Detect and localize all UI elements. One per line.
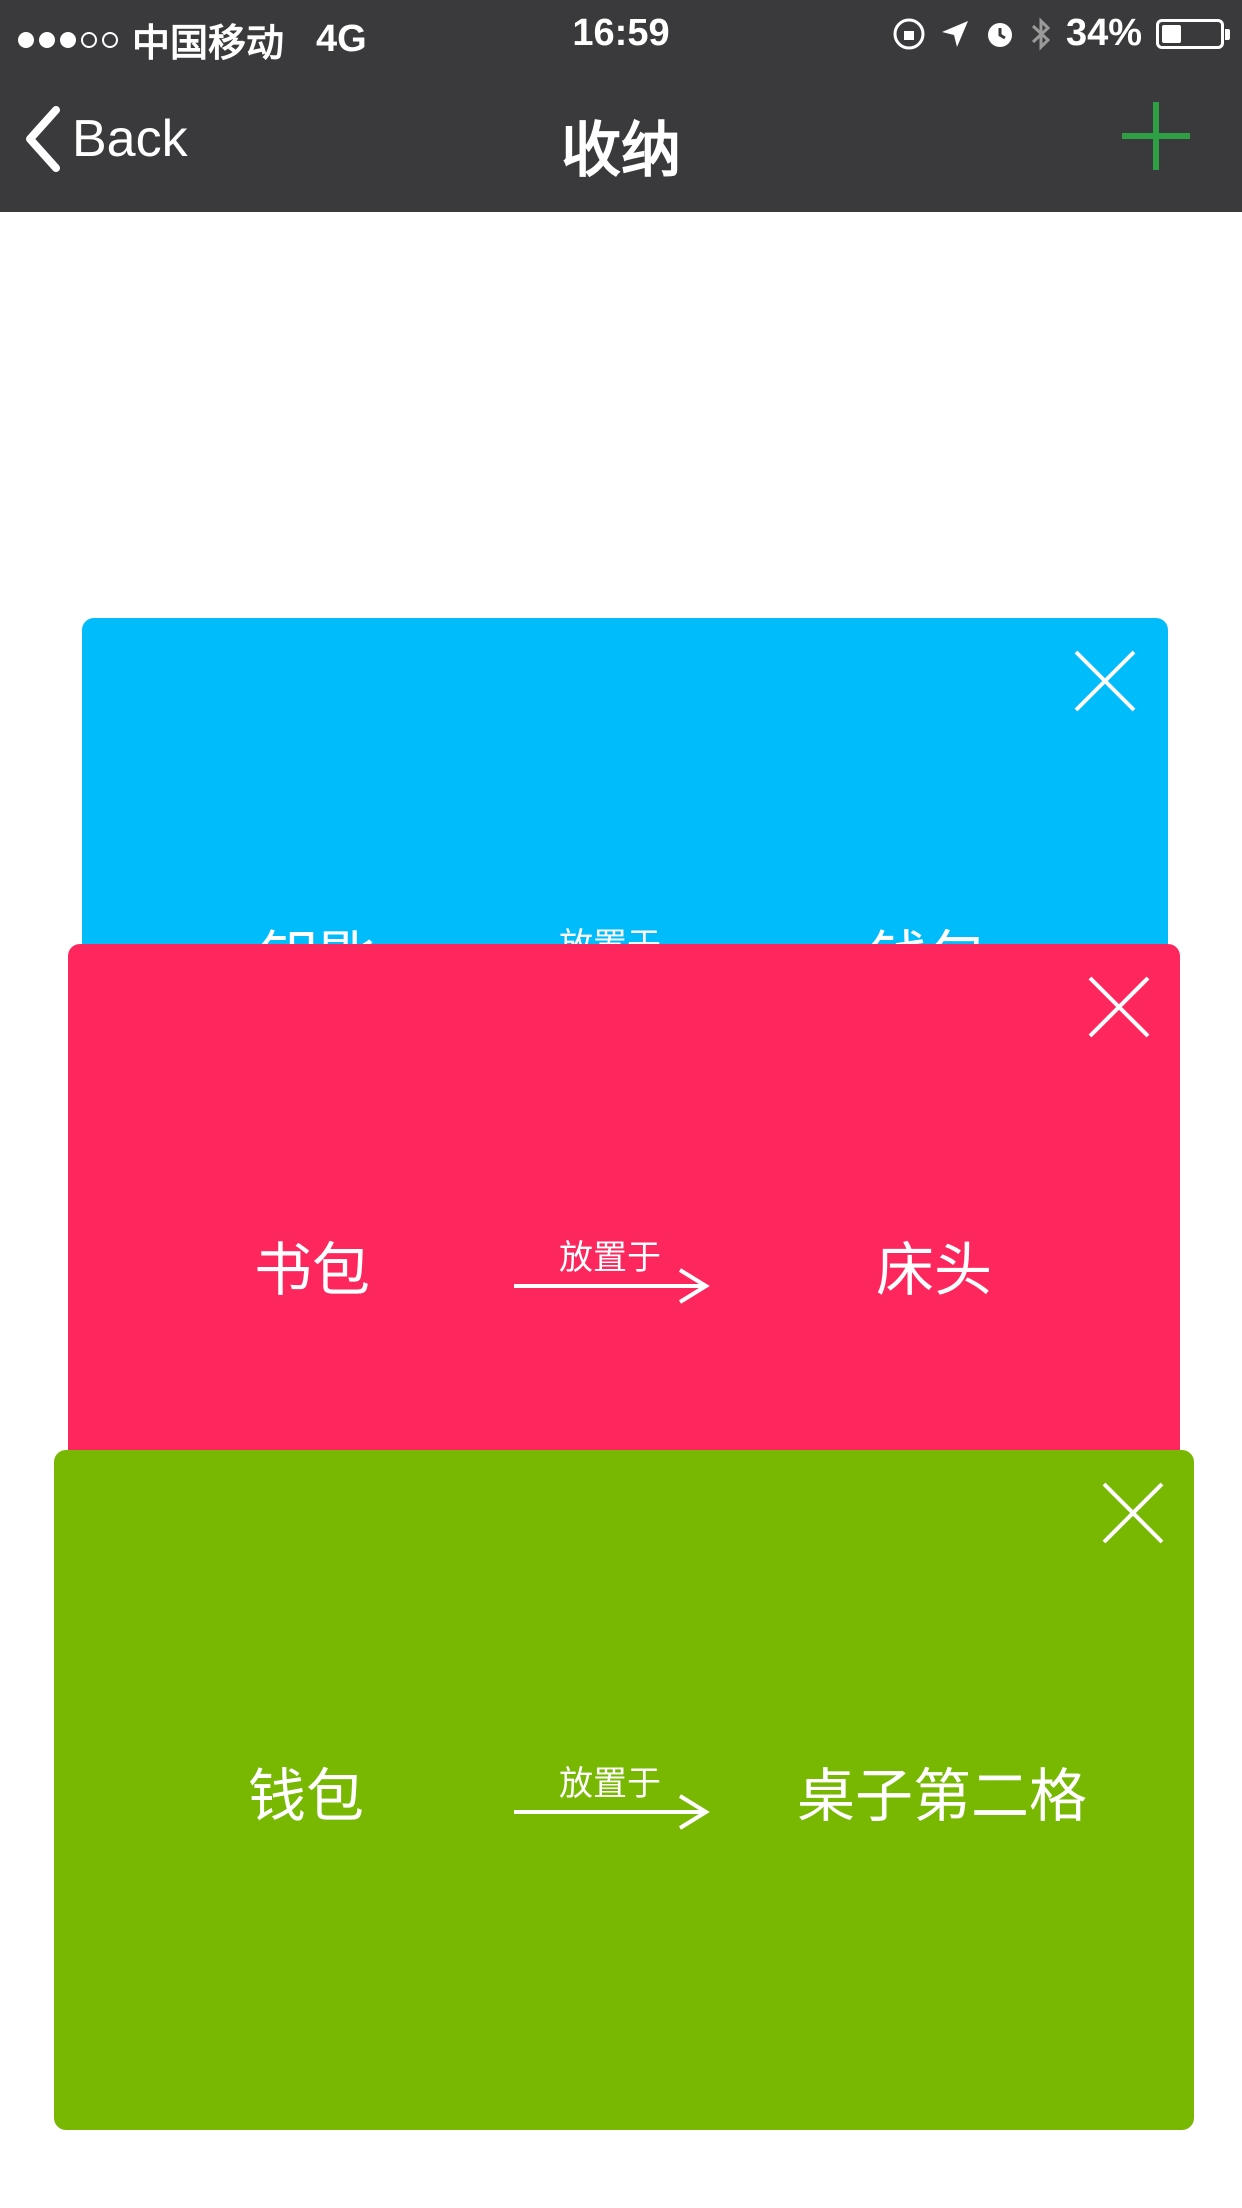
- storage-card[interactable]: 钥匙 放置于 钱包: [82, 618, 1168, 992]
- plus-icon: [1122, 102, 1190, 170]
- app-screen: 中国移动 4G 16:59 34% Back 收纳 书包 放置于 床头 钱包 放…: [0, 0, 1242, 2208]
- close-icon: [1088, 976, 1150, 1038]
- location-arrow-icon: [941, 20, 968, 47]
- relation-indicator: 放置于: [510, 1220, 710, 1320]
- close-icon: [1102, 1482, 1164, 1544]
- delete-card-button[interactable]: [1098, 1478, 1168, 1548]
- relation-indicator: 放置于: [510, 1746, 710, 1846]
- storage-card[interactable]: 书包 放置于 床头: [68, 944, 1180, 1464]
- battery-percent: 34%: [1065, 12, 1142, 54]
- battery-icon: [1156, 18, 1230, 49]
- add-button[interactable]: [1116, 96, 1196, 176]
- arrow-right-icon: [514, 1268, 710, 1304]
- battery-fill: [1162, 24, 1182, 43]
- status-right: 34%: [892, 12, 1230, 55]
- bluetooth-icon: [1031, 16, 1051, 51]
- delete-card-button[interactable]: [1084, 972, 1154, 1042]
- alarm-icon: [987, 22, 1012, 47]
- card-content-row: 书包 放置于 床头: [68, 1220, 1180, 1320]
- item-name: 钱包: [247, 1762, 365, 1830]
- orientation-lock-icon: [893, 18, 925, 49]
- arrow-right-icon: [514, 1794, 710, 1830]
- card-content-row: 钱包 放置于 桌子第二格: [54, 1746, 1194, 1846]
- delete-card-button[interactable]: [1070, 646, 1140, 716]
- status-bar: 中国移动 4G 16:59 34%: [0, 0, 1242, 66]
- close-icon: [1074, 650, 1136, 712]
- navigation-bar: Back 收纳: [0, 66, 1242, 212]
- location-name: 床头: [875, 1236, 993, 1304]
- storage-card[interactable]: 钱包 放置于 桌子第二格: [54, 1450, 1194, 2130]
- top-bar: 中国移动 4G 16:59 34% Back 收纳: [0, 0, 1242, 212]
- location-name: 桌子第二格: [796, 1762, 1088, 1830]
- page-title: 收纳: [561, 116, 681, 186]
- item-name: 书包: [253, 1236, 371, 1304]
